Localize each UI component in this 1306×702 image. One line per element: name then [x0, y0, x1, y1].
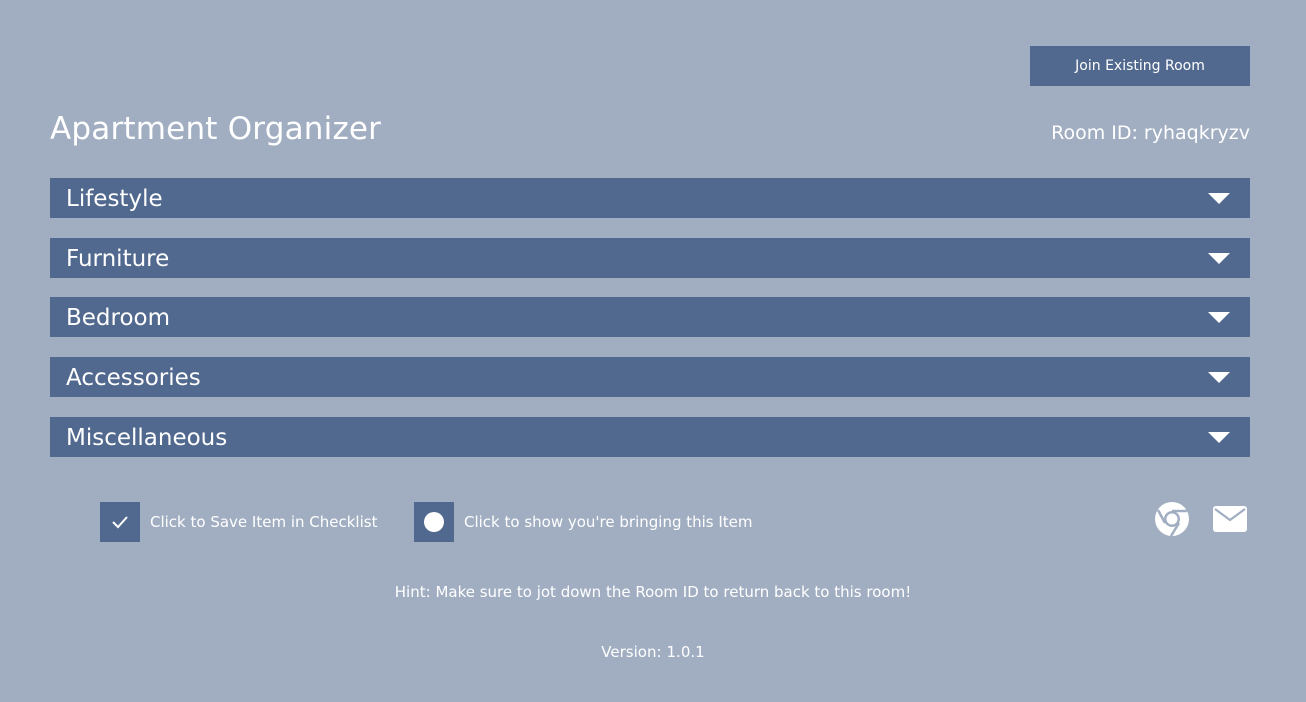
room-id-display: Room ID: ryhaqkryzv	[1051, 120, 1250, 146]
legend-bring-text: Click to show you're bringing this Item	[464, 513, 753, 531]
legend-save-text: Click to Save Item in Checklist	[150, 513, 378, 531]
version-info: Version: 1.0.1	[0, 642, 1306, 662]
chevron-down-icon	[1208, 311, 1230, 323]
chevron-down-icon	[1208, 252, 1230, 264]
legend-save-item: Click to Save Item in Checklist	[100, 502, 377, 542]
chevron-down-icon	[1208, 192, 1230, 204]
version-label: Version:	[601, 643, 662, 661]
share-icons	[1154, 501, 1247, 537]
circle-icon	[414, 502, 454, 542]
version-value: 1.0.1	[666, 643, 705, 661]
room-id-label: Room ID:	[1051, 122, 1138, 144]
category-label: Furniture	[66, 246, 170, 272]
category-bedroom[interactable]: Bedroom	[50, 297, 1250, 337]
chevron-down-icon	[1208, 371, 1230, 383]
category-accessories[interactable]: Accessories	[50, 357, 1250, 397]
page-title: Apartment Organizer	[50, 111, 382, 147]
checkmark-icon	[100, 502, 140, 542]
category-label: Bedroom	[66, 305, 171, 331]
category-label: Lifestyle	[66, 186, 163, 212]
chrome-icon[interactable]	[1154, 501, 1190, 537]
chevron-down-icon	[1208, 431, 1230, 443]
room-id-value: ryhaqkryzv	[1143, 122, 1250, 144]
mail-icon[interactable]	[1213, 506, 1247, 532]
category-lifestyle[interactable]: Lifestyle	[50, 178, 1250, 218]
legend-bring-item: Click to show you're bringing this Item	[414, 502, 753, 542]
category-label: Accessories	[66, 365, 201, 391]
category-furniture[interactable]: Furniture	[50, 238, 1250, 278]
join-existing-room-button[interactable]: Join Existing Room	[1030, 46, 1250, 86]
room-id-hint: Hint: Make sure to jot down the Room ID …	[394, 583, 912, 601]
category-label: Miscellaneous	[66, 425, 228, 451]
category-list: Lifestyle Furniture Bedroom Accessories …	[50, 178, 1250, 477]
category-miscellaneous[interactable]: Miscellaneous	[50, 417, 1250, 457]
